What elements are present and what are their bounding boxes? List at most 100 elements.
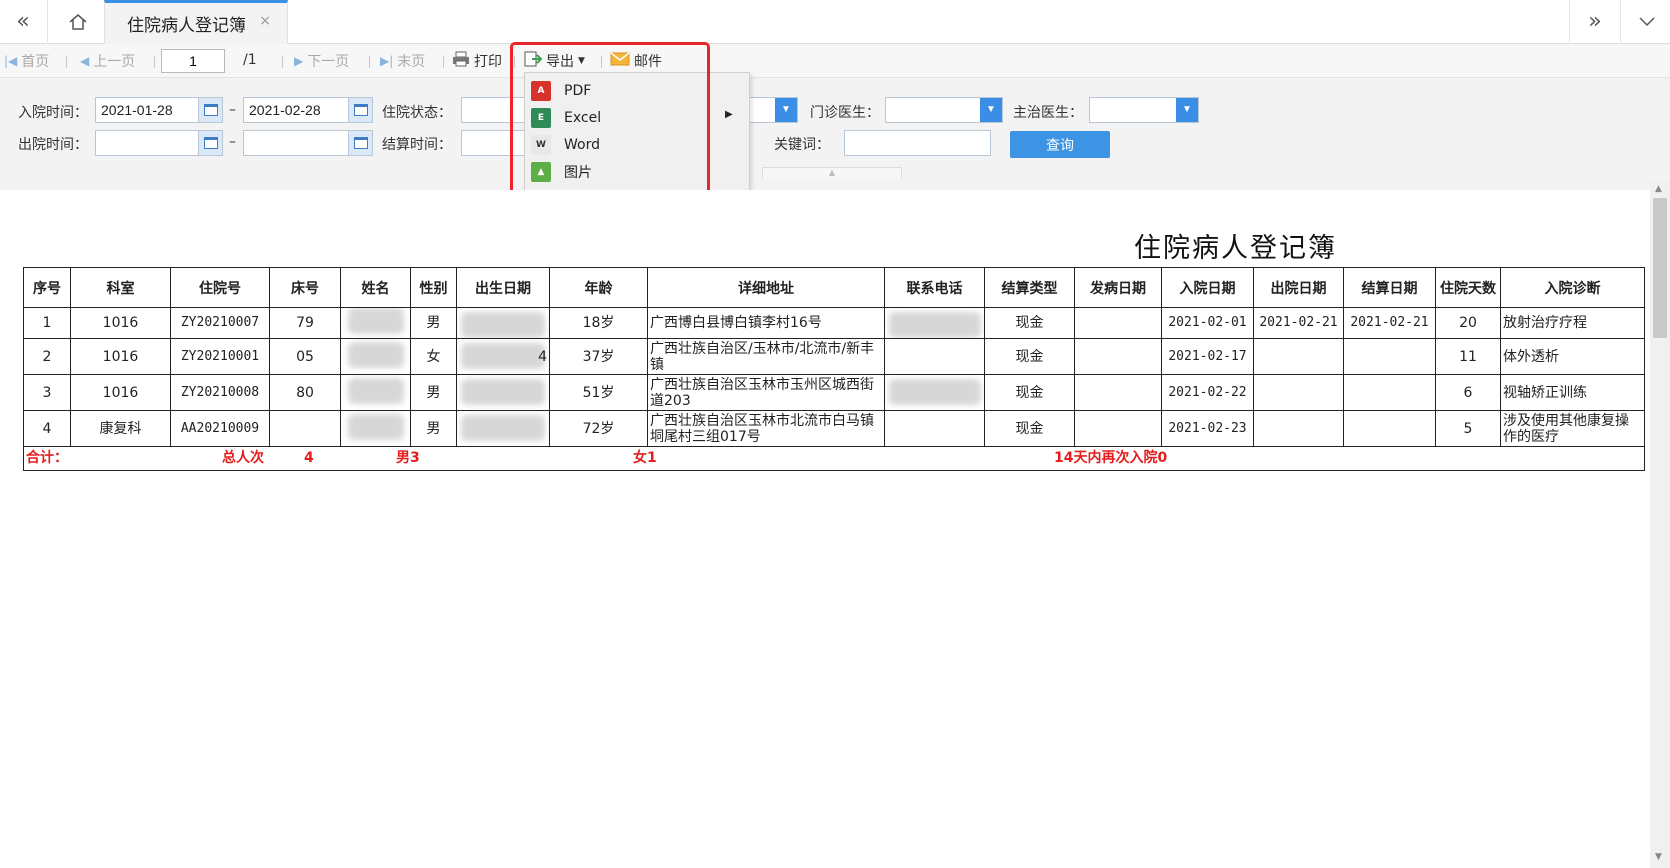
cell-phone <box>884 410 985 447</box>
print-button[interactable]: 打印 <box>452 51 502 71</box>
table-header-row: 序号 科室 住院号 床号 姓名 性别 出生日期 年龄 详细地址 联系电话 结算类型 发病日期 入院日期出… <box>23 267 1645 308</box>
admit-time-label: 入院时间： <box>18 105 88 121</box>
calendar-icon[interactable] <box>348 98 372 122</box>
printer-icon <box>452 51 470 71</box>
first-page-icon: |◀ <box>4 54 18 68</box>
home-icon[interactable] <box>55 0 101 43</box>
scroll-down-icon[interactable]: ▼ <box>1655 852 1662 862</box>
cell-admit: 2021-02-01 <box>1161 307 1254 339</box>
cell-settle: 现金 <box>984 374 1075 411</box>
scroll-up-icon[interactable]: ▲ <box>1655 184 1662 194</box>
cell-discharge: 2021-02-21 <box>1253 307 1344 339</box>
cell-sex: 男 <box>410 374 457 411</box>
tab-inpatient-register[interactable]: 住院病人登记簿 × <box>104 0 288 44</box>
tab-bar: « 住院病人登记簿 × » <box>0 0 1670 44</box>
summary-female: 女1 <box>633 450 657 466</box>
cell-diag: 视轴矫正训练 <box>1500 374 1645 411</box>
chevron-down-icon[interactable]: ▼ <box>980 98 1002 122</box>
cell-discharge <box>1253 338 1344 375</box>
cell-settle: 现金 <box>984 338 1075 375</box>
double-chevron-left-icon[interactable]: « <box>0 0 46 43</box>
cell-diag: 涉及使用其他康复操作的医疗 <box>1500 410 1645 447</box>
calendar-icon[interactable] <box>198 131 222 155</box>
column-header: 年龄 <box>549 267 648 308</box>
table-row[interactable]: 4 康复科 AA20210009 男 72岁 广西壮族自治区玉林市北流市白马镇垌尾村三组0… <box>23 410 1645 447</box>
close-icon[interactable]: × <box>259 13 271 29</box>
name-cell-redacted <box>340 307 411 339</box>
redacted-blur <box>889 312 981 338</box>
redacted-blur <box>461 415 545 441</box>
column-header: 住院天数 <box>1435 267 1501 308</box>
scrollbar-thumb[interactable] <box>1653 198 1667 338</box>
chevron-down-icon[interactable] <box>1624 0 1670 43</box>
column-header: 出院日期 <box>1253 267 1344 308</box>
table-row[interactable]: 1 1016 ZY20210007 79 男 18岁 广西博白县博白镇李村16号 现金 2021… <box>23 307 1645 339</box>
cell-settle: 现金 <box>984 410 1075 447</box>
cell-addr: 广西壮族自治区玉林市北流市白马镇垌尾村三组017号 <box>647 410 885 447</box>
cell-no: 4 <box>23 410 71 447</box>
double-chevron-right-icon[interactable]: » <box>1572 0 1618 43</box>
chevron-down-icon[interactable]: ▼ <box>775 98 797 122</box>
cell-no: 2 <box>23 338 71 375</box>
cell-phone <box>884 374 985 411</box>
cell-sex: 男 <box>410 410 457 447</box>
range-dash: – <box>229 102 236 118</box>
cell-no: 1 <box>23 307 71 339</box>
cell-settle_date: 2021-02-21 <box>1343 307 1436 339</box>
cell-admit: 2021-02-22 <box>1161 374 1254 411</box>
cell-no: 3 <box>23 374 71 411</box>
redacted-blur <box>347 308 404 334</box>
redacted-blur <box>347 377 404 404</box>
table-row[interactable]: 3 1016 ZY20210008 80 男 51岁 广西壮族自治区玉林市玉州区城西街道20… <box>23 374 1645 411</box>
report-toolbar: |◀首页 ◀上一页 /1 ▶下一页 ▶|末页 打印 导出 ▼ 邮件 <box>0 44 1670 78</box>
calendar-icon[interactable] <box>348 131 372 155</box>
column-header: 出生日期 <box>456 267 550 308</box>
first-page-button[interactable]: |◀ 首页 <box>4 51 49 71</box>
prev-page-button[interactable]: ◀ 上一页 <box>80 51 135 71</box>
cell-phone <box>884 338 985 375</box>
cell-birth <box>456 374 550 411</box>
collapse-filter-toggle[interactable]: ▲ <box>762 167 902 179</box>
attending-doctor-select[interactable]: ▼ <box>1089 97 1199 123</box>
redacted-blur <box>461 343 545 369</box>
outpatient-doctor-select[interactable]: ▼ <box>885 97 1003 123</box>
cell-bed: 80 <box>269 374 341 411</box>
cell-diag: 放射治疗疗程 <box>1500 307 1645 339</box>
next-page-button[interactable]: ▶ 下一页 <box>294 51 349 71</box>
vertical-scrollbar[interactable]: ▲ ▼ <box>1650 180 1670 868</box>
column-header: 发病日期 <box>1074 267 1162 308</box>
cell-days: 11 <box>1435 338 1501 375</box>
cell-sex: 女 <box>410 338 457 375</box>
caret-up-icon: ▲ <box>828 168 836 177</box>
cell-dept: 1016 <box>70 307 171 339</box>
query-button[interactable]: 查询 <box>1010 131 1110 158</box>
redacted-blur <box>461 312 545 338</box>
cell-birth <box>456 410 550 447</box>
outpatient-doctor-label: 门诊医生： <box>810 105 880 121</box>
cell-onset <box>1074 307 1162 339</box>
cell-addr: 广西壮族自治区/玉林市/北流市/新丰镇 <box>647 338 885 375</box>
cell-addr: 广西博白县博白镇李村16号 <box>647 307 885 339</box>
keyword-input[interactable] <box>844 130 991 156</box>
discharge-to-input[interactable] <box>243 130 373 156</box>
summary-readmit: 14天内再次入院0 <box>1054 450 1168 466</box>
page-number-input[interactable] <box>161 49 225 73</box>
discharge-from-input[interactable] <box>95 130 223 156</box>
cell-days: 5 <box>1435 410 1501 447</box>
cell-text: 4 <box>538 348 547 365</box>
admit-from-input[interactable]: 2021-01-28 <box>95 97 223 123</box>
summary-label: 合计： <box>26 450 68 466</box>
cell-settle_date <box>1343 338 1436 375</box>
cell-onset <box>1074 374 1162 411</box>
calendar-icon[interactable] <box>198 98 222 122</box>
status-select-tail[interactable]: ▼ <box>750 97 798 123</box>
last-page-button[interactable]: ▶| 末页 <box>380 51 425 71</box>
name-cell-redacted <box>340 338 411 375</box>
admit-to-input[interactable]: 2021-02-28 <box>243 97 373 123</box>
table-row[interactable]: 2 1016 ZY20210001 05 女 4 37岁 广西壮族自治区/玉林市/北流市/新丰… <box>23 338 1645 375</box>
discharge-time-label: 出院时间： <box>18 137 88 153</box>
cell-age: 18岁 <box>549 307 648 339</box>
cell-birth: 4 <box>456 338 550 375</box>
chevron-down-icon[interactable]: ▼ <box>1176 98 1198 122</box>
cell-settle_date <box>1343 374 1436 411</box>
